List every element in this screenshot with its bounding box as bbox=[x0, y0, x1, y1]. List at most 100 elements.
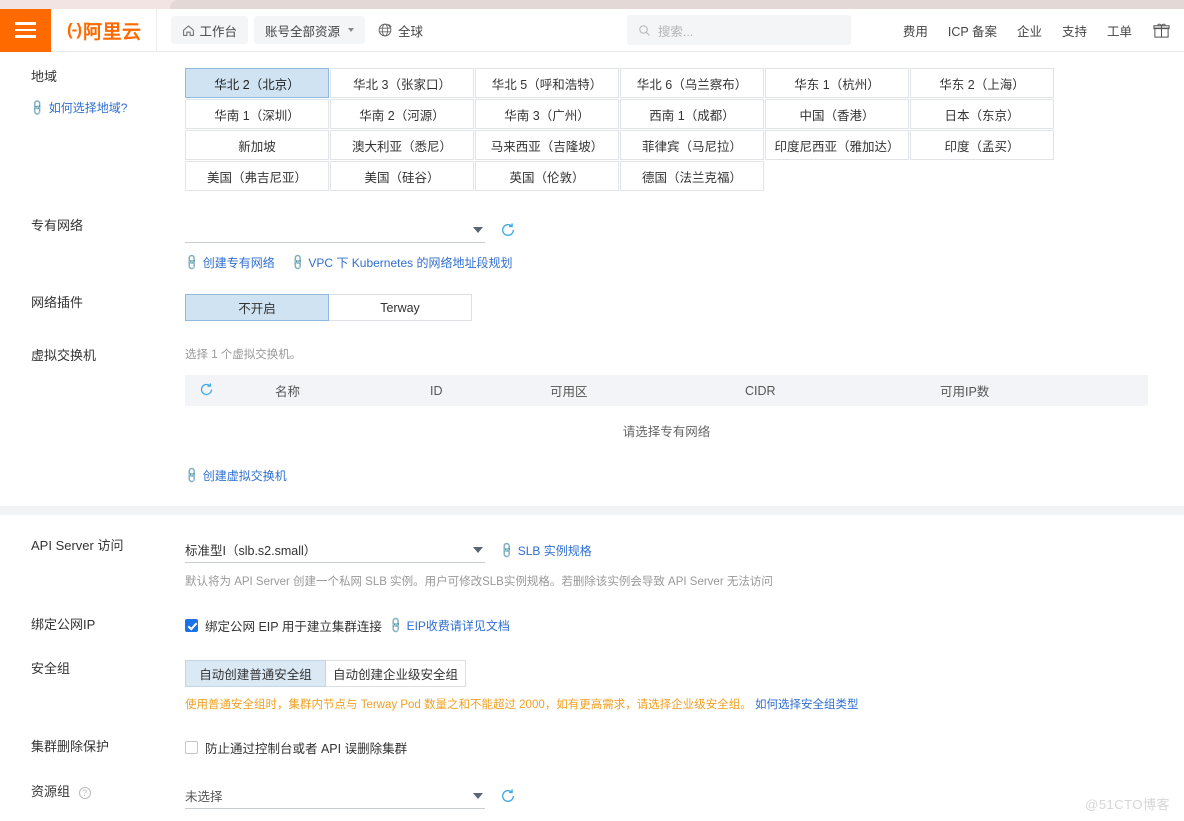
nav-link-fee[interactable]: 费用 bbox=[893, 21, 938, 40]
region-cell[interactable]: 德国（法兰克福） bbox=[620, 161, 764, 191]
apiserver-slb-select[interactable]: 标准型I（slb.s2.small） bbox=[185, 537, 485, 563]
region-cell[interactable]: 日本（东京） bbox=[910, 99, 1054, 129]
region-cell[interactable]: 华北 2（北京） bbox=[185, 68, 329, 98]
deletion-checkbox-line[interactable]: 防止通过控制台或者 API 误删除集群 bbox=[185, 738, 1164, 757]
region-label: 地域 bbox=[31, 69, 58, 84]
network-plugin-option[interactable]: 不开启 bbox=[185, 294, 329, 321]
network-plugin-option[interactable]: Terway bbox=[328, 294, 472, 321]
region-cell[interactable]: 西南 1（成都） bbox=[620, 99, 764, 129]
region-cell[interactable]: 英国（伦敦） bbox=[475, 161, 619, 191]
vpc-refresh-icon[interactable] bbox=[499, 221, 517, 239]
eip-doc-label: EIP收费请详见文档 bbox=[406, 619, 510, 633]
search-input[interactable]: 搜索... bbox=[626, 15, 851, 45]
region-cell[interactable]: 美国（硅谷） bbox=[330, 161, 474, 191]
deletion-checkbox-label: 防止通过控制台或者 API 误删除集群 bbox=[205, 742, 408, 756]
slb-spec-label: SLB 实例规格 bbox=[517, 543, 592, 558]
apiserver-row: API Server 访问 标准型I（slb.s2.small） 🔗 SLB 实… bbox=[0, 537, 1184, 591]
create-vswitch-link[interactable]: 🔗 创建虚拟交换机 bbox=[183, 467, 287, 485]
nav-link-enterprise[interactable]: 企业 bbox=[1007, 21, 1052, 40]
security-group-option[interactable]: 自动创建普通安全组 bbox=[185, 660, 326, 687]
nav-resources-dropdown[interactable]: 账号全部资源 bbox=[254, 16, 366, 44]
chevron-down-icon bbox=[473, 792, 483, 799]
chevron-down-icon bbox=[348, 28, 355, 32]
network-plugin-row: 网络插件 不开启 Terway bbox=[0, 294, 1184, 321]
eip-checkbox-line[interactable]: 绑定公网 EIP 用于建立集群连接 🔗 EIP收费请详见文档 bbox=[185, 616, 1164, 635]
deletion-protection-row: 集群删除保护 防止通过控制台或者 API 误删除集群 bbox=[0, 738, 1184, 757]
link-icon: 🔗 bbox=[28, 98, 47, 118]
security-group-option[interactable]: 自动创建企业级安全组 bbox=[325, 660, 466, 687]
region-cell[interactable]: 华东 2（上海） bbox=[910, 68, 1054, 98]
nav-workbench-label: 工作台 bbox=[199, 24, 238, 39]
region-cell[interactable]: 华南 2（河源） bbox=[330, 99, 474, 129]
eip-checkbox[interactable] bbox=[185, 619, 198, 632]
slb-spec-link[interactable]: 🔗 SLB 实例规格 bbox=[498, 541, 592, 559]
security-group-type-link[interactable]: 如何选择安全组类型 bbox=[755, 699, 859, 711]
search-icon bbox=[639, 24, 650, 36]
apiserver-label: API Server 访问 bbox=[31, 538, 124, 553]
region-cell[interactable]: 华南 1（深圳） bbox=[185, 99, 329, 129]
vswitch-col-ip: 可用IP数 bbox=[940, 385, 990, 399]
chevron-down-icon bbox=[473, 546, 483, 553]
vpc-row: 专有网络 🔗 创建专有网络 🔗 VPC 下 Kubernetes 的网络地址段规… bbox=[0, 217, 1184, 272]
resource-group-refresh-icon[interactable] bbox=[499, 787, 517, 805]
region-cell[interactable]: 华南 3（广州） bbox=[475, 99, 619, 129]
region-cell[interactable]: 印度尼西亚（雅加达） bbox=[765, 130, 909, 160]
region-cell[interactable]: 华北 5（呼和浩特） bbox=[475, 68, 619, 98]
network-plugin-label: 网络插件 bbox=[31, 295, 84, 310]
deletion-checkbox[interactable] bbox=[185, 741, 198, 754]
link-icon: 🔗 bbox=[183, 253, 202, 272]
region-cell[interactable]: 中国（香港） bbox=[765, 99, 909, 129]
nav-global-button[interactable]: 全球 bbox=[371, 16, 434, 44]
vswitch-label: 虚拟交换机 bbox=[31, 348, 97, 363]
region-grid: 华北 2（北京） 华北 3（张家口） 华北 5（呼和浩特） 华北 6（乌兰察布） 华东 … bbox=[185, 68, 1164, 191]
vswitch-refresh-icon[interactable] bbox=[185, 382, 275, 400]
region-cell[interactable]: 华东 1（杭州） bbox=[765, 68, 909, 98]
create-vpc-link[interactable]: 🔗 创建专有网络 bbox=[183, 253, 275, 272]
resource-group-select[interactable]: 未选择 bbox=[185, 783, 485, 809]
security-group-segmented: 自动创建普通安全组 自动创建企业级安全组 bbox=[185, 660, 1164, 687]
region-cell[interactable]: 美国（弗吉尼亚） bbox=[185, 161, 329, 191]
cluster-settings-card: API Server 访问 标准型I（slb.s2.small） 🔗 SLB 实… bbox=[0, 515, 1184, 821]
browser-tab bbox=[170, 0, 1184, 9]
security-group-label: 安全组 bbox=[31, 661, 71, 676]
region-label-group: 地域 🔗 如何选择地域? bbox=[0, 68, 185, 117]
region-row: 地域 🔗 如何选择地域? 华北 2（北京） 华北 3（张家口） 华北 5（呼和浩特）… bbox=[0, 68, 1184, 191]
region-cell[interactable]: 菲律宾（马尼拉） bbox=[620, 130, 764, 160]
nav-link-icp[interactable]: ICP 备案 bbox=[938, 21, 1007, 40]
region-cell[interactable]: 澳大利亚（悉尼） bbox=[330, 130, 474, 160]
aliyun-logo-text: 阿里云 bbox=[82, 21, 142, 43]
deletion-protection-label: 集群删除保护 bbox=[31, 739, 110, 754]
vpc-cidr-planning-label: VPC 下 Kubernetes 的网络地址段规划 bbox=[308, 256, 513, 270]
resource-group-value: 未选择 bbox=[185, 790, 223, 804]
region-cell[interactable]: 新加坡 bbox=[185, 130, 329, 160]
vswitch-col-name: 名称 bbox=[275, 385, 301, 399]
page-content: 地域 🔗 如何选择地域? 华北 2（北京） 华北 3（张家口） 华北 5（呼和浩特）… bbox=[0, 52, 1184, 821]
vswitch-table: 名称 ID 可用区 CIDR 可用IP数 请选择专有网络 bbox=[185, 375, 1148, 454]
topnav-right-group: 搜索... 费用 ICP 备案 企业 支持 工单 bbox=[626, 15, 1184, 45]
region-cell[interactable]: 华北 6（乌兰察布） bbox=[620, 68, 764, 98]
region-cell[interactable]: 华北 3（张家口） bbox=[330, 68, 474, 98]
region-help-link[interactable]: 🔗 如何选择地域? bbox=[29, 99, 128, 117]
region-cell[interactable]: 印度（孟买） bbox=[910, 130, 1054, 160]
eip-doc-link[interactable]: 🔗 EIP收费请详见文档 bbox=[387, 617, 510, 635]
aliyun-logo[interactable]: (-) 阿里云 bbox=[51, 8, 157, 52]
hamburger-menu-icon[interactable] bbox=[0, 8, 51, 52]
nav-link-support[interactable]: 支持 bbox=[1052, 21, 1097, 40]
security-group-warning: 使用普通安全组时，集群内节点与 Terway Pod 数量之和不能超过 2000… bbox=[185, 697, 1164, 714]
vpc-cidr-planning-link[interactable]: 🔗 VPC 下 Kubernetes 的网络地址段规划 bbox=[289, 254, 513, 272]
vswitch-table-header: 名称 ID 可用区 CIDR 可用IP数 bbox=[185, 375, 1148, 406]
chevron-down-icon bbox=[473, 226, 483, 233]
vpc-select[interactable] bbox=[185, 217, 485, 243]
top-navigation-bar: (-) 阿里云 工作台 账号全部资源 全球 搜索... 费用 ICP 备案 企业… bbox=[0, 8, 1184, 52]
region-cell[interactable]: 马来西亚（吉隆坡） bbox=[475, 130, 619, 160]
create-vswitch-label: 创建虚拟交换机 bbox=[202, 469, 287, 483]
nav-link-ticket[interactable]: 工单 bbox=[1097, 21, 1142, 40]
globe-icon bbox=[378, 23, 392, 37]
gift-icon[interactable] bbox=[1148, 17, 1174, 43]
vswitch-empty-state: 请选择专有网络 bbox=[185, 406, 1148, 454]
eip-body: 绑定公网 EIP 用于建立集群连接 🔗 EIP收费请详见文档 bbox=[185, 616, 1184, 635]
nav-workbench-button[interactable]: 工作台 bbox=[170, 16, 249, 44]
region-help-label: 如何选择地域? bbox=[48, 101, 128, 115]
refresh-glyph bbox=[200, 382, 213, 395]
help-circle-icon[interactable]: ? bbox=[78, 786, 91, 799]
